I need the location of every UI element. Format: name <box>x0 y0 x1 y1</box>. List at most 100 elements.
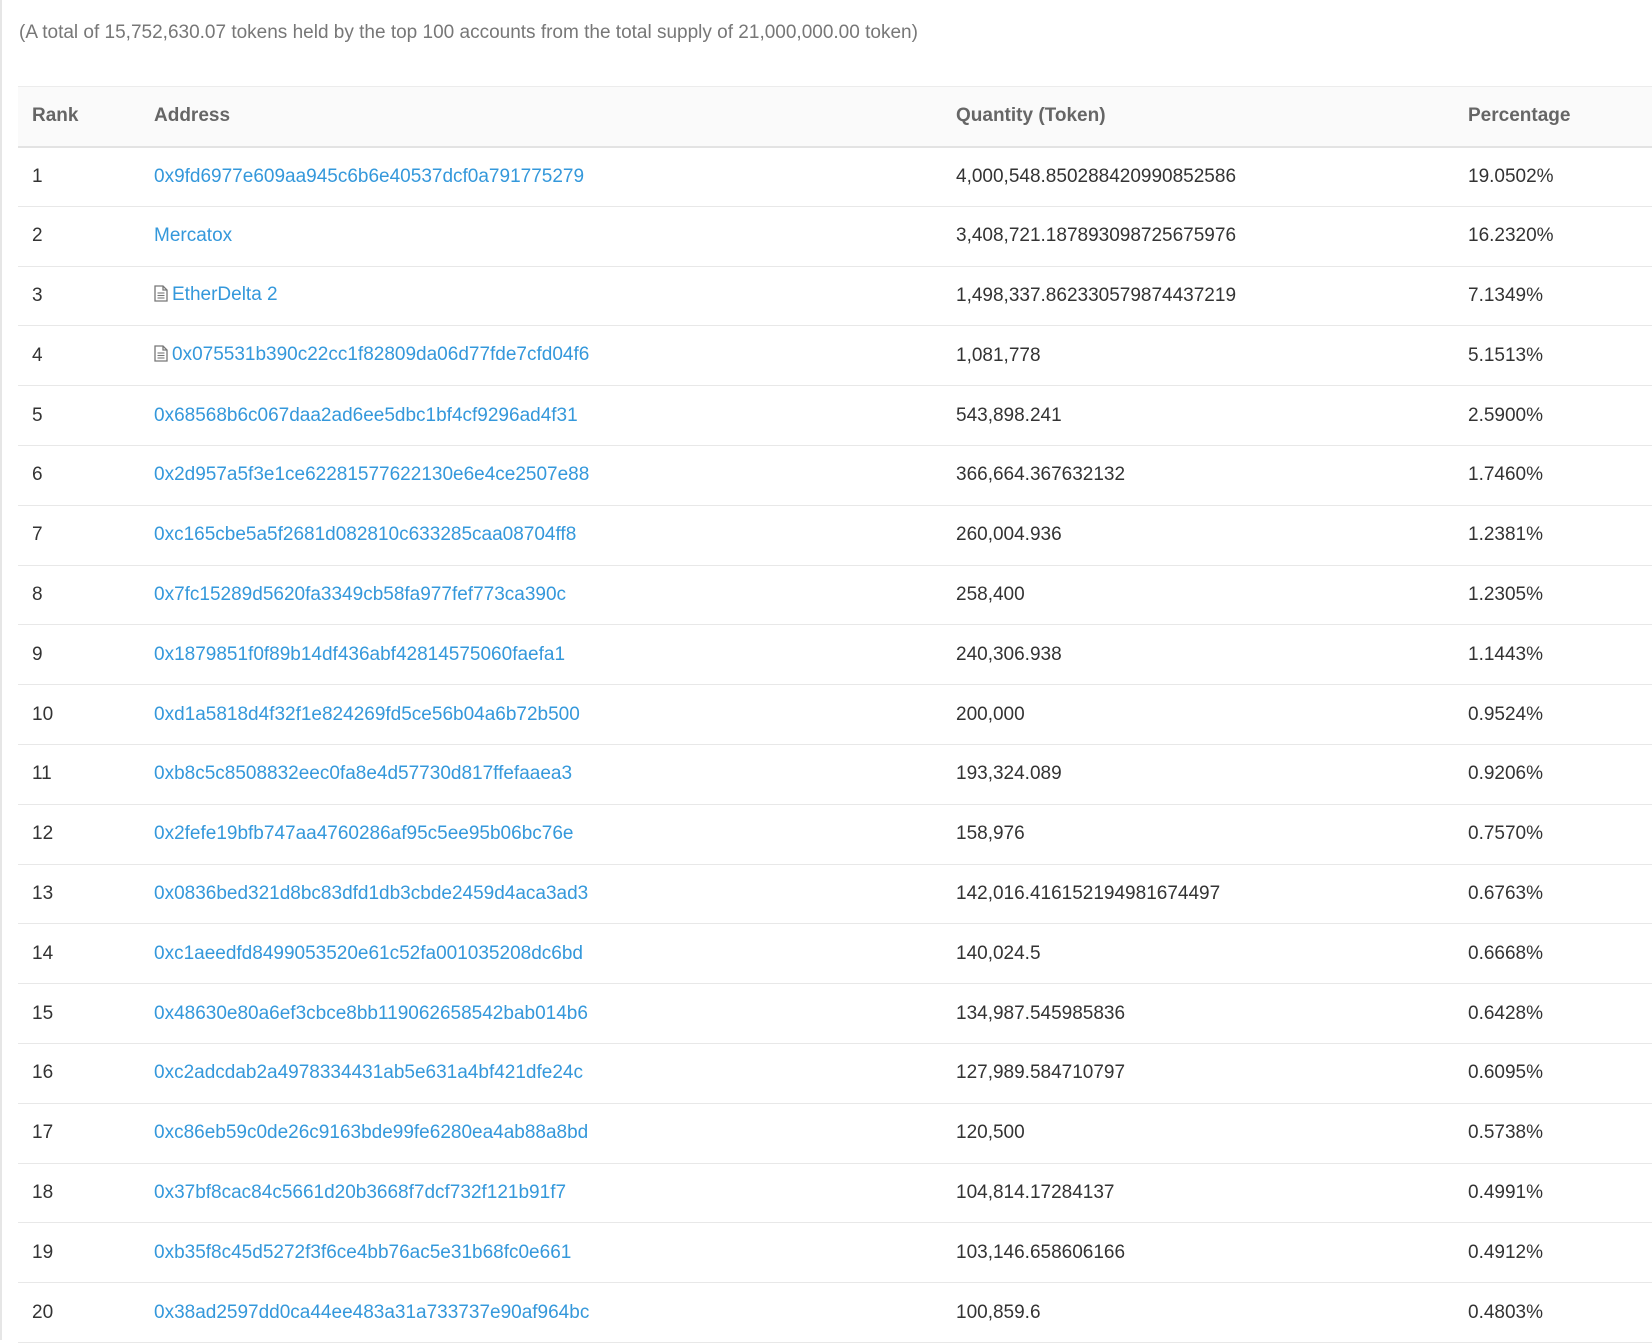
quantity-cell: 200,000 <box>956 703 1025 725</box>
percentage-cell: 0.4803% <box>1468 1301 1544 1323</box>
holder-address-link[interactable]: 0x0836bed321d8bc83dfd1db3cbde2459d4aca3a… <box>154 883 588 904</box>
quantity-cell: 1,081,778 <box>956 344 1041 366</box>
table-row: 6 0x2d957a5f3e1ce62281577622130e6e4ce2507… <box>18 445 1652 506</box>
address-cell: 0xc165cbe5a5f2681d082810c633285caa08704f… <box>140 505 942 565</box>
holder-address-link[interactable]: 0xc165cbe5a5f2681d082810c633285caa08704f… <box>154 524 576 545</box>
rank-cell: 6 <box>32 464 43 486</box>
table-row: 12 0x2fefe19bfb747aa4760286af95c5ee95b06b… <box>18 804 1652 865</box>
table-row: 16 0xc2adcdab2a4978334431ab5e631a4bf421df… <box>18 1043 1652 1104</box>
percentage-cell: 1.7460% <box>1468 464 1544 486</box>
rank-cell: 13 <box>32 882 54 904</box>
quantity-cell: 158,976 <box>956 823 1025 845</box>
rank-cell: 10 <box>32 703 54 725</box>
table-row: 10 0xd1a5818d4f32f1e824269fd5ce56b04a6b72… <box>18 685 1652 745</box>
table-row: 7 0xc165cbe5a5f2681d082810c633285caa08704… <box>18 505 1652 566</box>
holder-address-link[interactable]: 0x48630e80a6ef3cbce8bb119062658542bab014… <box>154 1003 588 1024</box>
table-row: 9 0x1879851f0f89b14df436abf42814575060fae… <box>18 625 1652 685</box>
table-row: 1 0x9fd6977e609aa945c6b6e40537dcf0a791775… <box>18 147 1652 207</box>
quantity-cell: 260,004.936 <box>956 524 1062 546</box>
holder-address-link[interactable]: 0x68568b6c067daa2ad6ee5dbc1bf4cf9296ad4f… <box>154 405 578 426</box>
percentage-cell: 0.6428% <box>1468 1002 1544 1024</box>
rank-cell: 19 <box>32 1241 54 1263</box>
address-cell: 0x2d957a5f3e1ce62281577622130e6e4ce2507e… <box>140 445 942 505</box>
percentage-cell: 19.0502% <box>1468 165 1554 187</box>
table-row: 14 0xc1aeedfd8499053520e61c52fa001035208d… <box>18 924 1652 984</box>
holder-address-link[interactable]: 0x38ad2597dd0ca44ee483a31a733737e90af964… <box>154 1302 589 1323</box>
address-cell: EtherDelta 2 <box>140 266 942 326</box>
table-row: 8 0x7fc15289d5620fa3349cb58fa977fef773ca3… <box>18 565 1652 625</box>
percentage-cell: 0.9524% <box>1468 703 1544 725</box>
rank-cell: 9 <box>32 643 43 665</box>
column-header-rank: Rank <box>32 105 79 127</box>
rank-cell: 14 <box>32 942 54 964</box>
contract-icon <box>154 285 168 308</box>
address-cell: 0xd1a5818d4f32f1e824269fd5ce56b04a6b72b5… <box>140 685 942 745</box>
table-row: 15 0x48630e80a6ef3cbce8bb119062658542bab0… <box>18 984 1652 1044</box>
holder-address-link[interactable]: Mercatox <box>154 225 232 246</box>
percentage-cell: 0.6763% <box>1468 882 1544 904</box>
holder-address-link[interactable]: 0x9fd6977e609aa945c6b6e40537dcf0a7917752… <box>154 166 584 187</box>
holder-address-link[interactable]: 0xb8c5c8508832eec0fa8e4d57730d817ffefaae… <box>154 763 572 784</box>
holder-address-link[interactable]: 0x37bf8cac84c5661d20b3668f7dcf732f121b91… <box>154 1182 566 1203</box>
holder-address-link[interactable]: 0x1879851f0f89b14df436abf42814575060faef… <box>154 644 565 665</box>
quantity-cell: 258,400 <box>956 583 1025 605</box>
percentage-cell: 5.1513% <box>1468 344 1544 366</box>
holder-address-link[interactable]: 0x7fc15289d5620fa3349cb58fa977fef773ca39… <box>154 584 566 605</box>
table-header-row: Rank Address Quantity (Token) Percentage <box>18 86 1652 147</box>
table-row: 4 0x075531b390c22cc1f82809da06d77fde7cfd0… <box>18 326 1652 386</box>
address-cell: 0x9fd6977e609aa945c6b6e40537dcf0a7917752… <box>140 147 942 207</box>
rank-cell: 4 <box>32 344 43 366</box>
holder-address-link[interactable]: 0xc86eb59c0de26c9163bde99fe6280ea4ab88a8… <box>154 1122 588 1143</box>
rank-cell: 20 <box>32 1301 54 1323</box>
address-cell: 0x68568b6c067daa2ad6ee5dbc1bf4cf9296ad4f… <box>140 386 942 446</box>
holder-address-link[interactable]: 0xc2adcdab2a4978334431ab5e631a4bf421dfe2… <box>154 1062 583 1083</box>
percentage-cell: 0.4912% <box>1468 1241 1544 1263</box>
percentage-cell: 1.2381% <box>1468 524 1544 546</box>
percentage-cell: 0.6095% <box>1468 1062 1544 1084</box>
holder-address-link[interactable]: 0x2d957a5f3e1ce62281577622130e6e4ce2507e… <box>154 464 589 485</box>
page-left-border <box>0 0 2 1340</box>
rank-cell: 5 <box>32 404 43 426</box>
percentage-cell: 1.1443% <box>1468 643 1544 665</box>
table-row: 2 Mercatox 3,408,721.187893098725675976 16.… <box>18 206 1652 267</box>
address-cell: 0x1879851f0f89b14df436abf42814575060faef… <box>140 625 942 685</box>
table-row: 3 EtherDelta 2 1,498,337.86233057987443721… <box>18 266 1652 326</box>
holder-address-link[interactable]: 0xb35f8c45d5272f3f6ce4bb76ac5e31b68fc0e6… <box>154 1242 571 1263</box>
quantity-cell: 543,898.241 <box>956 404 1062 426</box>
percentage-cell: 0.9206% <box>1468 763 1544 785</box>
percentage-cell: 7.1349% <box>1468 284 1544 306</box>
address-cell: 0x38ad2597dd0ca44ee483a31a733737e90af964… <box>140 1283 942 1343</box>
percentage-cell: 0.7570% <box>1468 823 1544 845</box>
quantity-cell: 1,498,337.862330579874437219 <box>956 284 1237 306</box>
rank-cell: 17 <box>32 1122 54 1144</box>
holder-address-link[interactable]: EtherDelta 2 <box>172 284 278 305</box>
table-row: 18 0x37bf8cac84c5661d20b3668f7dcf732f121b… <box>18 1163 1652 1223</box>
address-cell: 0x48630e80a6ef3cbce8bb119062658542bab014… <box>140 984 942 1044</box>
address-cell: 0xb8c5c8508832eec0fa8e4d57730d817ffefaae… <box>140 744 942 804</box>
holders-summary: (A total of 15,752,630.07 tokens held by… <box>19 22 918 43</box>
holder-address-link[interactable]: 0xc1aeedfd8499053520e61c52fa001035208dc6… <box>154 943 583 964</box>
quantity-cell: 134,987.545985836 <box>956 1002 1126 1024</box>
token-holders-table: Rank Address Quantity (Token) Percentage… <box>18 86 1652 1343</box>
column-header-address: Address <box>154 105 231 127</box>
holder-address-link[interactable]: 0x075531b390c22cc1f82809da06d77fde7cfd04… <box>172 344 589 365</box>
holder-address-link[interactable]: 0x2fefe19bfb747aa4760286af95c5ee95b06bc7… <box>154 823 573 844</box>
table-row: 20 0x38ad2597dd0ca44ee483a31a733737e90af9… <box>18 1283 1652 1343</box>
contract-icon <box>154 345 168 368</box>
quantity-cell: 140,024.5 <box>956 942 1041 964</box>
rank-cell: 11 <box>32 763 52 785</box>
table-row: 13 0x0836bed321d8bc83dfd1db3cbde2459d4aca… <box>18 864 1652 924</box>
address-cell: 0x0836bed321d8bc83dfd1db3cbde2459d4aca3a… <box>140 864 942 924</box>
quantity-cell: 240,306.938 <box>956 643 1062 665</box>
quantity-cell: 127,989.584710797 <box>956 1062 1126 1084</box>
address-cell: 0xc2adcdab2a4978334431ab5e631a4bf421dfe2… <box>140 1043 942 1103</box>
quantity-cell: 100,859.6 <box>956 1301 1041 1323</box>
address-cell: 0x7fc15289d5620fa3349cb58fa977fef773ca39… <box>140 565 942 625</box>
percentage-cell: 0.5738% <box>1468 1122 1544 1144</box>
quantity-cell: 103,146.658606166 <box>956 1241 1126 1263</box>
rank-cell: 12 <box>32 823 54 845</box>
rank-cell: 7 <box>32 524 43 546</box>
holder-address-link[interactable]: 0xd1a5818d4f32f1e824269fd5ce56b04a6b72b5… <box>154 704 580 725</box>
column-header-percentage: Percentage <box>1468 105 1571 127</box>
percentage-cell: 1.2305% <box>1468 583 1544 605</box>
